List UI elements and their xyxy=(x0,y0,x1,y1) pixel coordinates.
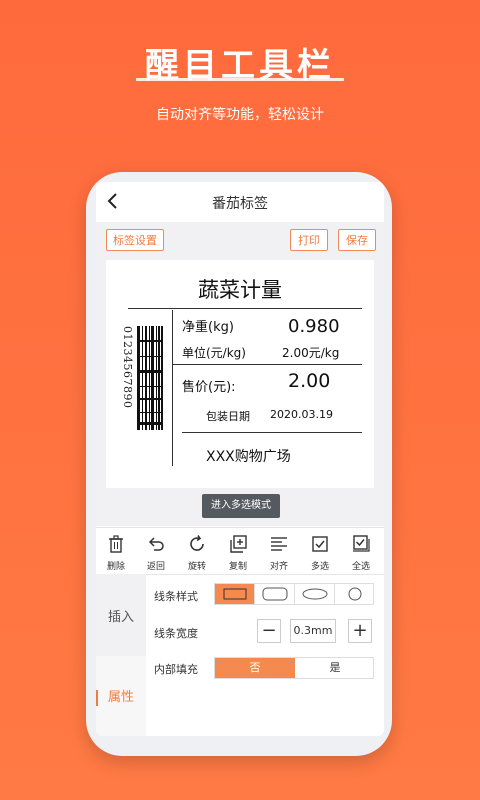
tool-rotate[interactable]: 旋转 xyxy=(177,528,217,574)
net-weight-value[interactable]: 0.980 xyxy=(288,316,340,337)
line-style-label: 线条样式 xyxy=(154,590,198,603)
save-button[interactable]: 保存 xyxy=(338,229,376,251)
print-button[interactable]: 打印 xyxy=(290,229,328,251)
divider-line[interactable] xyxy=(128,308,362,309)
tool-label: 多选 xyxy=(310,562,329,572)
tab-insert-label: 插入 xyxy=(107,610,134,625)
headline-underline xyxy=(136,78,344,81)
shape-rounded-rect-option[interactable] xyxy=(255,584,295,604)
tool-copy[interactable]: 复制 xyxy=(218,528,258,574)
tool-select-all[interactable]: 全选 xyxy=(341,528,381,574)
align-icon xyxy=(271,537,287,551)
tool-label: 对齐 xyxy=(269,562,288,572)
divider-line[interactable] xyxy=(182,432,362,433)
price-value[interactable]: 2.00 xyxy=(288,370,330,392)
label-preview[interactable]: 蔬菜计量 01234567890 净重(kg) 0.980 单位(元/kg) 2… xyxy=(106,260,374,488)
line-width-value[interactable]: 0.3mm xyxy=(290,619,336,643)
decrease-width-button[interactable]: − xyxy=(257,619,281,643)
net-weight-label[interactable]: 净重(kg) xyxy=(182,316,234,335)
price-label[interactable]: 售价(元): xyxy=(182,376,236,395)
copy-icon xyxy=(230,535,247,553)
inner-fill-toggle: 否 是 xyxy=(214,657,374,679)
increase-width-button[interactable]: + xyxy=(348,619,372,643)
tool-label: 删除 xyxy=(106,562,125,572)
properties-section-title[interactable]: 属性 xyxy=(96,690,134,706)
barcode-number[interactable]: 01234567890 xyxy=(120,326,134,416)
store-name[interactable]: XXX购物广场 xyxy=(206,446,291,466)
label-title[interactable]: 蔬菜计量 xyxy=(106,274,374,304)
fill-yes-option[interactable]: 是 xyxy=(295,658,375,678)
checkbox-icon xyxy=(312,536,328,552)
rounded-rect-shape-icon xyxy=(262,587,288,601)
unit-price-label[interactable]: 单位(元/kg) xyxy=(182,344,246,361)
tab-insert[interactable]: 插入 xyxy=(96,574,146,656)
shape-rectangle-option[interactable] xyxy=(215,584,255,604)
divider-line[interactable] xyxy=(172,364,362,365)
fill-no-option[interactable]: 否 xyxy=(215,658,295,678)
tool-label: 全选 xyxy=(351,562,370,572)
tool-delete[interactable]: 删除 xyxy=(96,528,136,574)
tool-align[interactable]: 对齐 xyxy=(259,528,299,574)
barcode[interactable] xyxy=(137,326,163,430)
pack-date-label[interactable]: 包装日期 xyxy=(206,408,250,424)
unit-price-value[interactable]: 2.00元/kg xyxy=(282,344,339,361)
tool-row: 删除 返回 旋转 复制 对齐 多选 全选 xyxy=(96,527,384,575)
vertical-divider[interactable] xyxy=(172,310,173,466)
app-screen: 番茄标签 标签设置 打印 保存 蔬菜计量 01234567890 净重(kg) … xyxy=(96,182,384,736)
line-width-label: 线条宽度 xyxy=(154,627,198,640)
rectangle-shape-icon xyxy=(223,588,247,600)
trash-icon xyxy=(109,535,123,553)
top-bar: 番茄标签 xyxy=(96,182,384,222)
shape-circle-option[interactable] xyxy=(335,584,375,604)
inner-fill-label: 内部填充 xyxy=(154,663,198,676)
tool-label: 旋转 xyxy=(187,562,206,572)
ellipse-shape-icon xyxy=(302,588,328,600)
tool-undo[interactable]: 返回 xyxy=(136,528,176,574)
undo-icon xyxy=(148,537,164,551)
tool-label: 返回 xyxy=(146,562,165,572)
circle-shape-icon xyxy=(348,587,362,601)
pack-date-value[interactable]: 2020.03.19 xyxy=(270,408,333,421)
select-all-icon xyxy=(353,535,370,552)
tool-label: 复制 xyxy=(228,562,247,572)
shape-ellipse-option[interactable] xyxy=(295,584,335,604)
rotate-icon xyxy=(190,535,204,551)
multi-select-mode-button[interactable]: 进入多选模式 xyxy=(202,494,280,518)
tool-multi-select[interactable]: 多选 xyxy=(300,528,340,574)
label-settings-button[interactable]: 标签设置 xyxy=(106,229,164,251)
page-title: 番茄标签 xyxy=(212,196,268,212)
promo-subline: 自动对齐等功能，轻松设计 xyxy=(156,107,324,123)
line-style-selector xyxy=(214,583,374,605)
